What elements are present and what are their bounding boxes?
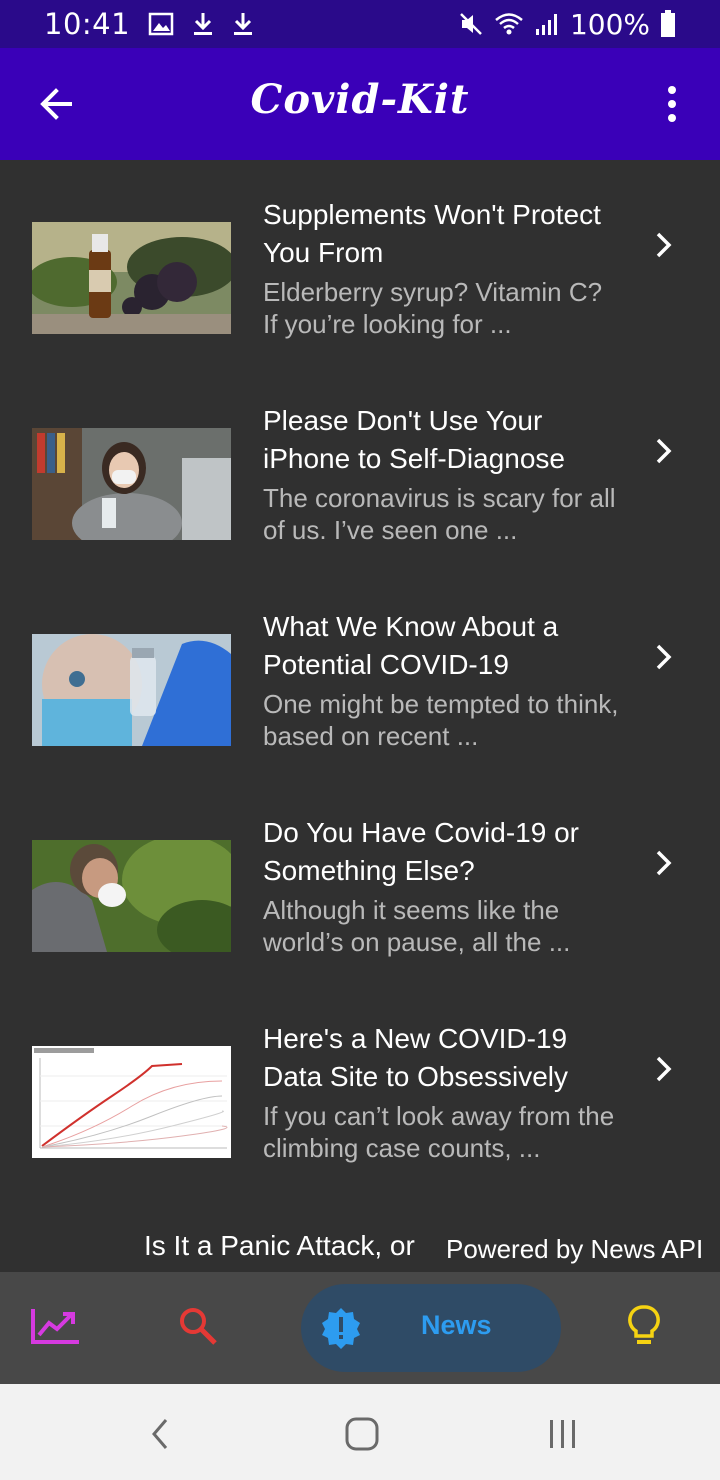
system-home-icon[interactable] [344,1416,380,1457]
chevron-right-icon[interactable] [652,848,676,878]
article-description: Elderberry syrup? Vitamin C? If you’re l… [263,277,603,339]
system-navigation-bar [0,1384,720,1480]
article-title: What We Know About a Potential COVID-19 [263,611,559,680]
mute-icon [458,11,484,37]
article-title: Supplements Won't Protect You From [263,199,601,268]
chevron-right-icon[interactable] [652,642,676,672]
article-thumbnail [32,1046,231,1158]
chevron-right-icon[interactable] [652,436,676,466]
status-bar: 10:41 100% [0,0,720,48]
battery-level: 100% [569,7,650,41]
news-item[interactable]: Supplements Won't Protect You From Elder… [0,196,720,402]
nav-item-search[interactable] [158,1272,238,1384]
article-description: Although it seems like the world’s on pa… [263,895,571,957]
download-icon [192,11,214,37]
nav-item-news[interactable]: News [301,1284,561,1372]
article-title: Do You Have Covid-19 or Something Else? [263,817,579,886]
gallery-icon [148,12,174,36]
trending-up-icon [31,1307,81,1350]
wifi-icon [494,11,524,37]
article-thumbnail [32,840,231,952]
news-item[interactable]: Please Don't Use Your iPhone to Self-Dia… [0,402,720,608]
article-thumbnail [32,634,231,746]
article-thumbnail [32,428,231,540]
article-description: One might be tempted to think, based on … [263,689,619,751]
nav-item-label: News [421,1310,492,1340]
signal-icon [534,11,560,37]
system-recents-icon[interactable] [546,1418,580,1455]
news-item[interactable]: What We Know About a Potential COVID-19 … [0,608,720,814]
app-title: Covid-Kit [250,76,470,123]
nav-item-tips[interactable] [604,1272,684,1384]
battery-icon [660,10,676,38]
news-list[interactable]: Supplements Won't Protect You From Elder… [0,160,720,1272]
chevron-right-icon[interactable] [652,1054,676,1084]
news-item[interactable]: Here's a New COVID-19 Data Site to Obses… [0,1020,720,1226]
bottom-navigation: News [0,1272,720,1384]
lightbulb-icon [627,1304,661,1353]
article-title: Please Don't Use Your iPhone to Self-Dia… [263,405,565,474]
chevron-right-icon[interactable] [652,230,676,260]
nav-item-stats[interactable] [16,1272,96,1384]
download-icon [232,11,254,37]
article-thumbnail [32,222,231,334]
article-title: Here's a New COVID-19 Data Site to Obses… [263,1023,569,1092]
article-title: Is It a Panic Attack, or [144,1230,415,1261]
more-options-icon[interactable] [660,84,684,124]
news-item[interactable]: Do You Have Covid-19 or Something Else? … [0,814,720,1020]
article-description: If you can’t look away from the climbing… [263,1101,615,1163]
attribution-text: Powered by News API [446,1234,704,1264]
system-back-icon[interactable] [148,1416,172,1457]
status-time: 10:41 [44,7,131,41]
partial-news-item[interactable]: Is It a Panic Attack, or Powered by News… [0,1230,720,1272]
article-description: The coronavirus is scary for all of us. … [263,483,616,545]
app-bar: Covid-Kit [0,48,720,160]
news-alert-icon [319,1306,363,1355]
search-icon [178,1306,218,1351]
